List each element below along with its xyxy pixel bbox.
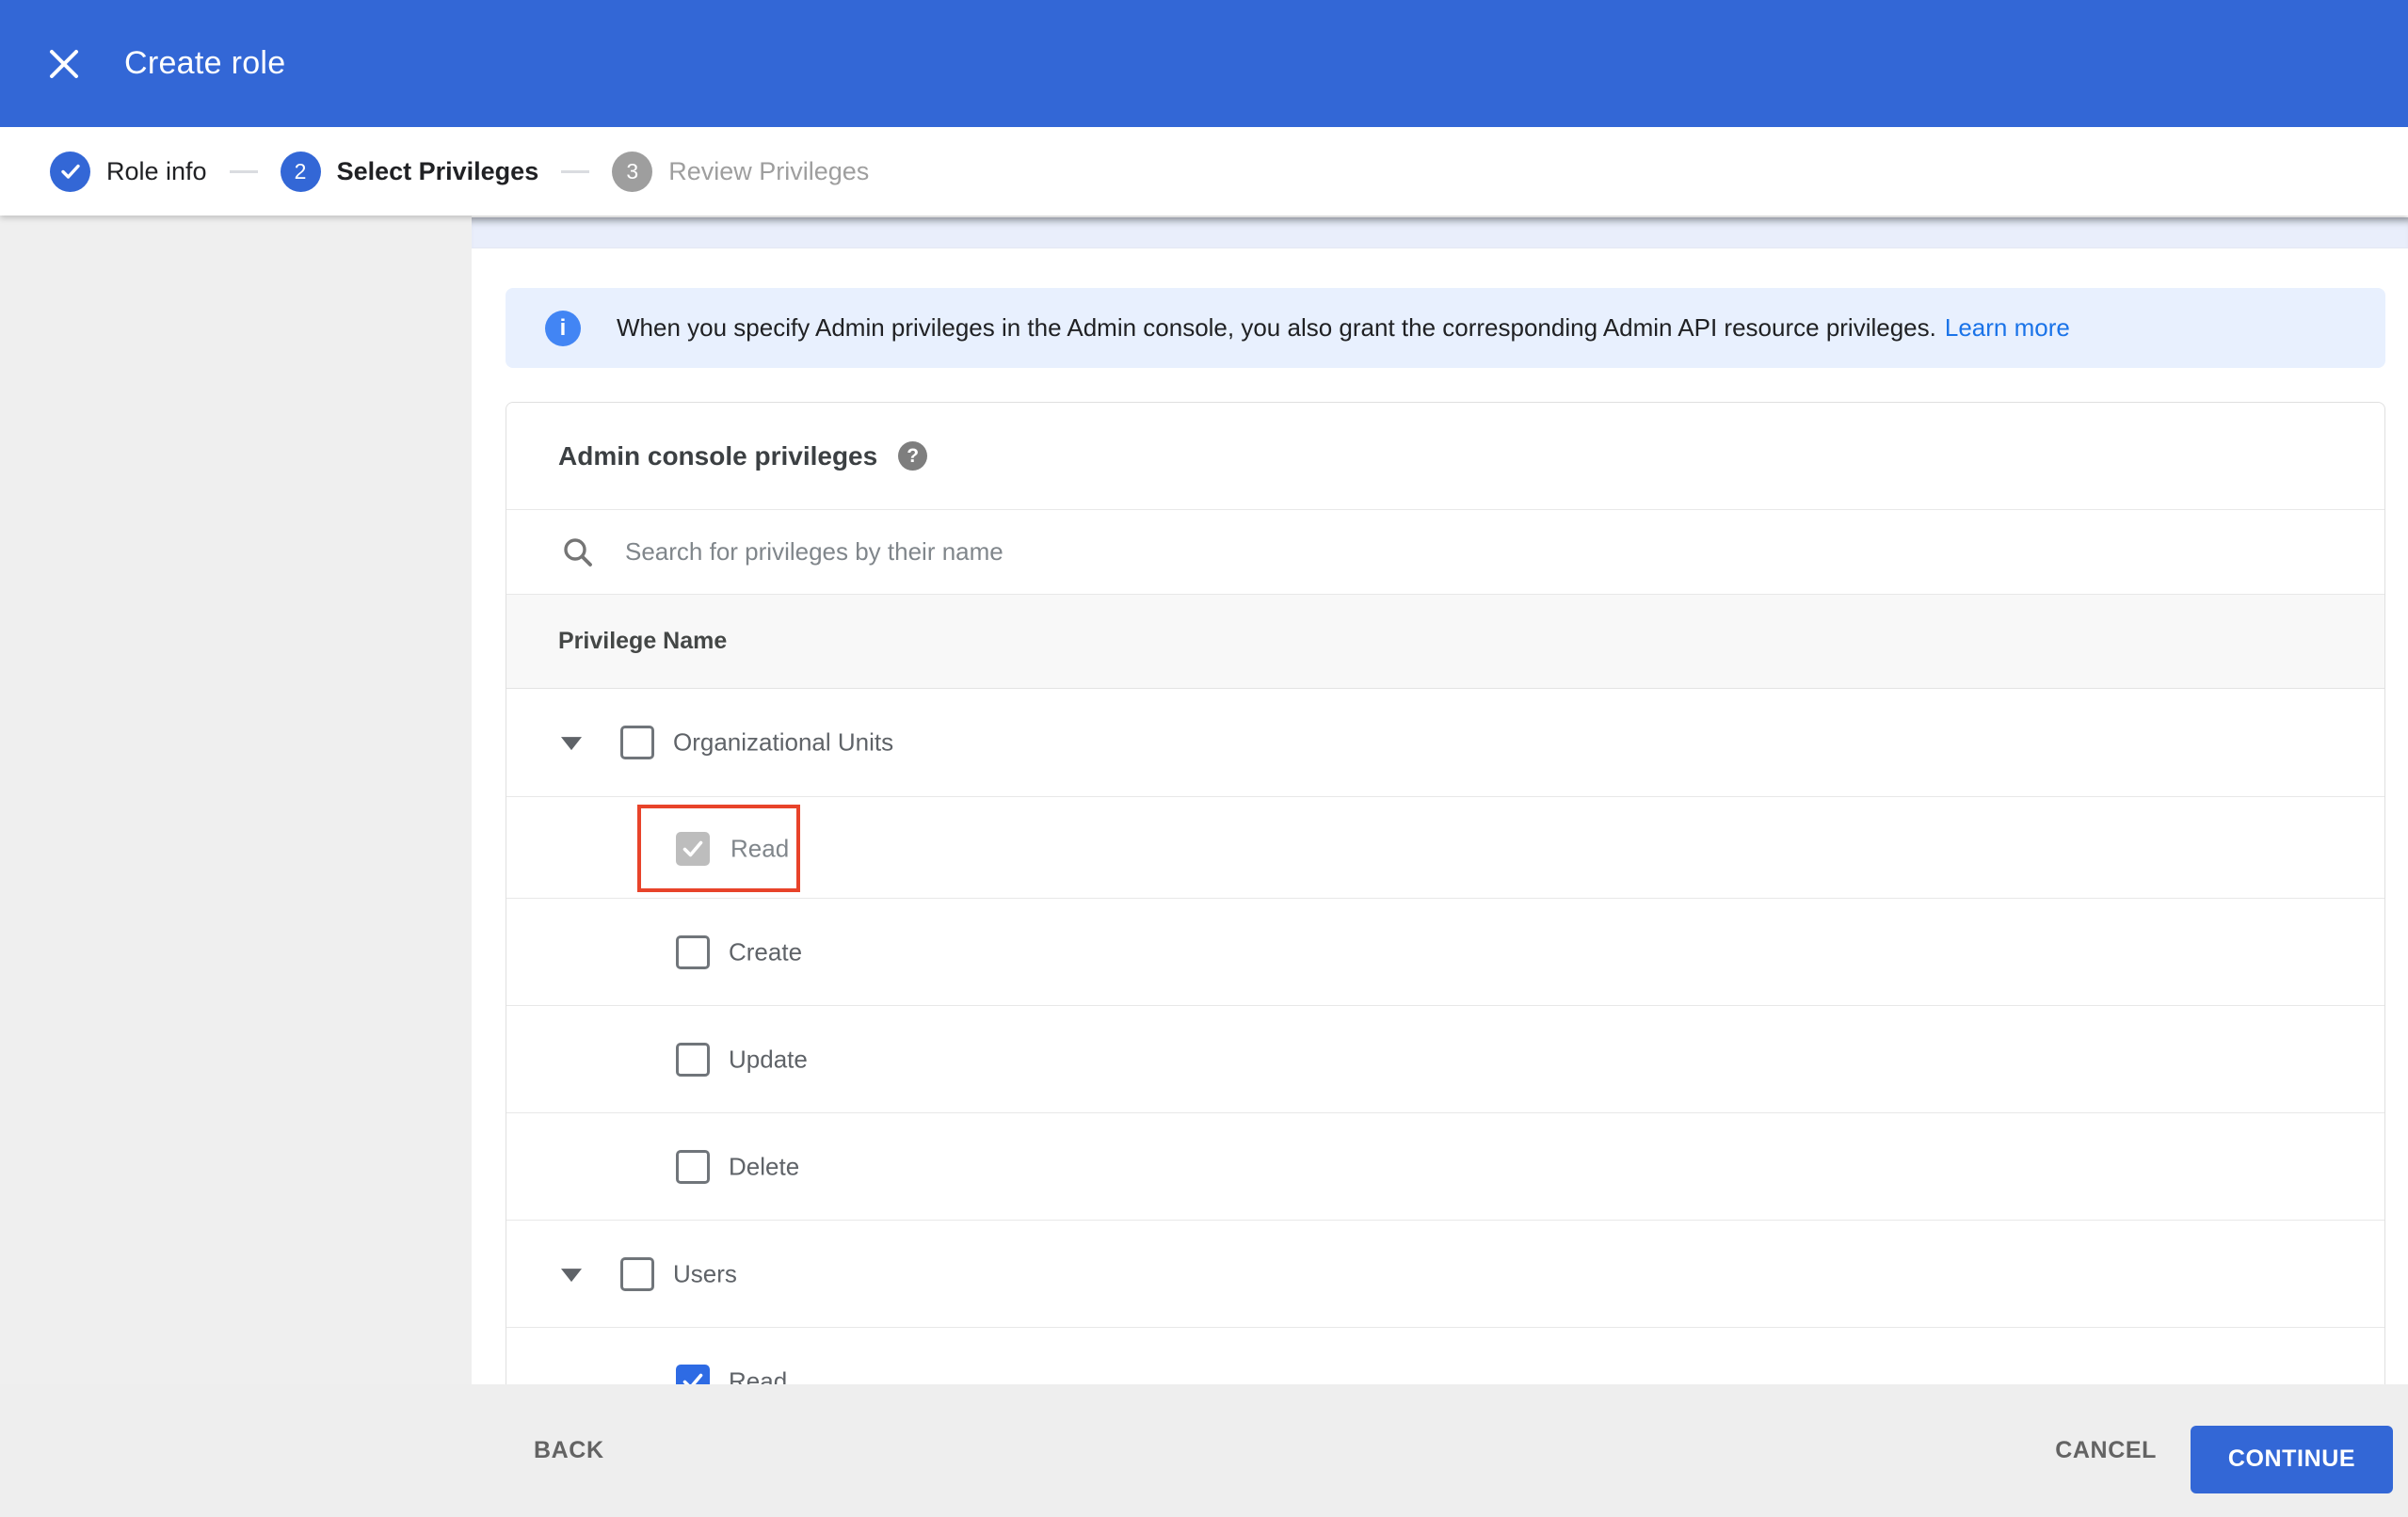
checkbox-organizational-units[interactable]	[620, 726, 654, 759]
left-sidebar	[0, 216, 472, 1384]
stepper: Role info 2 Select Privileges 3 Review P…	[0, 127, 2408, 216]
table-row: Create	[506, 899, 2384, 1006]
step3-label: Review Privileges	[668, 156, 870, 185]
content-region: i When you specify Admin privileges in t…	[472, 216, 2408, 1384]
close-x-glyph	[50, 49, 78, 78]
step-role-info[interactable]: Role info	[50, 151, 207, 192]
help-icon[interactable]: ?	[898, 441, 928, 471]
checkbox-users-read[interactable]	[676, 1364, 710, 1384]
info-icon: i	[545, 310, 581, 346]
row-label: Organizational Units	[673, 727, 894, 757]
appbar: Create role	[0, 0, 2408, 127]
step2-number-badge: 2	[280, 151, 321, 192]
row-label: Read	[729, 1366, 788, 1384]
step-review-privileges[interactable]: 3 Review Privileges	[612, 151, 870, 192]
row-label: Read	[730, 834, 790, 862]
privileges-card: Admin console privileges ? Privilege Nam…	[506, 402, 2385, 1384]
table-header-row: Privilege Name	[506, 595, 2384, 689]
table-row: Users	[506, 1221, 2384, 1328]
back-button[interactable]: BACK	[534, 1437, 604, 1464]
step3-number-badge: 3	[612, 151, 653, 192]
table-row: Delete	[506, 1113, 2384, 1221]
banner-text: When you specify Admin privileges in the…	[617, 313, 1936, 342]
highlight-box: Read	[637, 805, 800, 892]
search-input[interactable]	[625, 537, 1943, 567]
checkbox-create[interactable]	[676, 934, 710, 969]
cancel-button[interactable]: CANCEL	[2055, 1437, 2157, 1464]
footer-bar: BACK CANCEL CONTINUE	[0, 1384, 2408, 1517]
checkbox-delete[interactable]	[676, 1149, 710, 1184]
table-row: Read	[506, 1328, 2384, 1384]
step2-label: Select Privileges	[336, 156, 539, 185]
step-connector	[561, 169, 590, 173]
info-banner: i When you specify Admin privileges in t…	[506, 288, 2385, 368]
scrolled-content-strip	[472, 217, 2408, 248]
main-region: i When you specify Admin privileges in t…	[0, 216, 2408, 1384]
step-select-privileges[interactable]: 2 Select Privileges	[280, 151, 539, 192]
row-label: Update	[729, 1045, 808, 1073]
column-header-privilege-name: Privilege Name	[558, 628, 728, 654]
step1-label: Role info	[106, 156, 207, 185]
row-label: Users	[673, 1259, 737, 1287]
search-row	[506, 510, 2384, 595]
collapse-arrow-icon[interactable]	[561, 1268, 582, 1282]
step-connector	[229, 169, 258, 173]
row-label: Create	[729, 937, 803, 966]
checkbox-read[interactable]	[676, 831, 710, 866]
table-row: Update	[506, 1006, 2384, 1113]
page-title: Create role	[124, 45, 286, 81]
search-icon	[564, 537, 592, 567]
close-icon[interactable]	[36, 36, 92, 92]
check-icon	[682, 1373, 703, 1384]
checkbox-users[interactable]	[620, 1256, 654, 1291]
card-header: Admin console privileges ?	[506, 403, 2384, 510]
check-icon	[682, 840, 703, 856]
checkbox-update[interactable]	[676, 1042, 710, 1077]
table-row: Read	[506, 797, 2384, 899]
collapse-arrow-icon[interactable]	[561, 737, 582, 751]
learn-more-link[interactable]: Learn more	[1945, 313, 2070, 343]
card-title: Admin console privileges	[558, 440, 878, 471]
continue-button[interactable]: CONTINUE	[2191, 1425, 2393, 1493]
row-label: Delete	[729, 1152, 800, 1180]
table-row: Organizational Units	[506, 689, 2384, 797]
step1-check-icon	[50, 151, 90, 192]
